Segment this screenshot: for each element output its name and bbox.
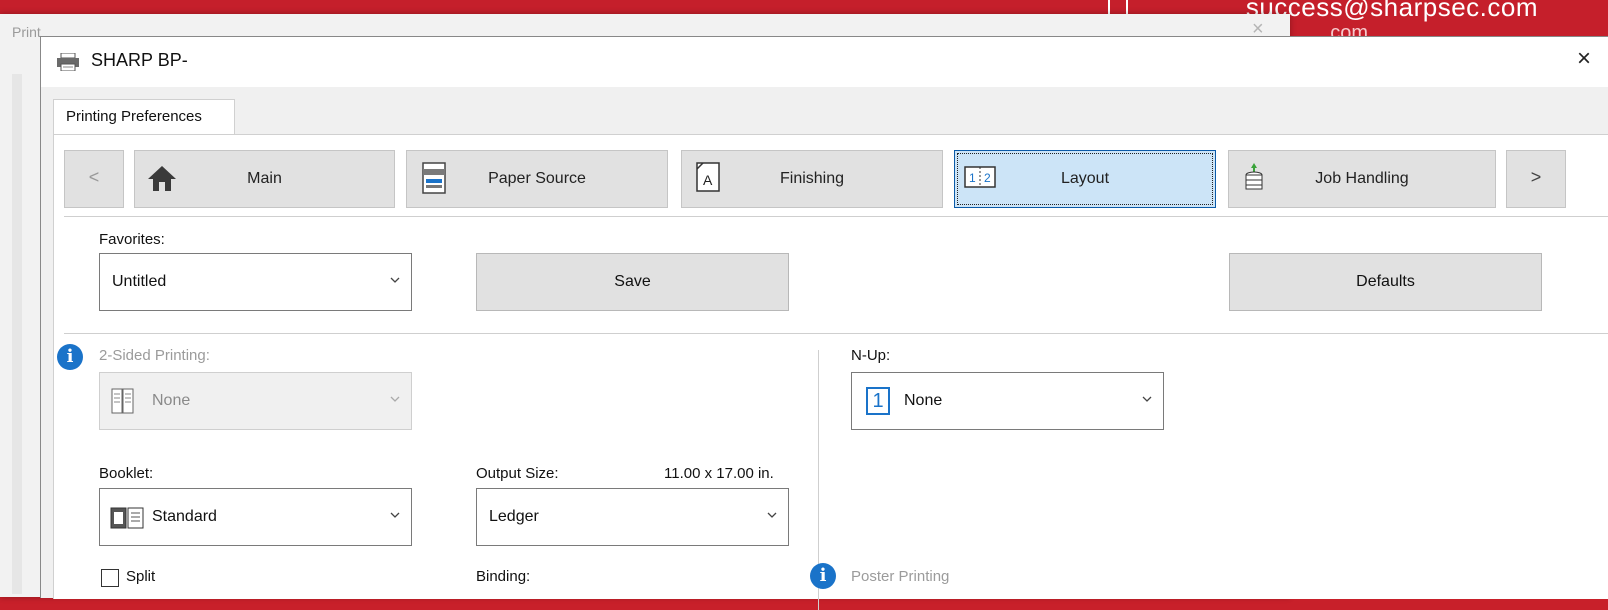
booklet-select[interactable]: Standard [99,488,412,546]
ribbon-tab-label: Finishing [779,170,845,187]
ribbon-tab-label: Job Handling [1315,170,1409,187]
two-sided-value: None [152,392,191,409]
print-window-sidebar [12,74,22,594]
chevron-down-icon [390,396,400,402]
chevron-left-icon: < [88,167,100,187]
booklet-icon [110,507,144,529]
output-size-dimensions: 11.00 x 17.00 in. [664,465,774,482]
output-size-label: Output Size: [476,465,559,482]
svg-text:1: 1 [969,171,976,185]
ribbon-tab-job-handling[interactable]: Job Handling [1228,150,1496,208]
print-window-title: Print [12,24,41,40]
ribbon-tab-label: Paper Source [488,170,586,187]
chevron-right-icon: > [1530,167,1542,187]
defaults-button[interactable]: Defaults [1229,253,1542,311]
favorites-value: Untitled [112,273,167,290]
nup-label: N-Up: [851,347,891,364]
booklet-label: Booklet: [99,465,154,482]
dialog-title: SHARP BP- [91,50,188,70]
ribbon-tab-label: Main [247,170,282,187]
info-icon[interactable]: i [57,344,83,370]
binding-label: Binding: [476,568,531,585]
divider [64,333,1608,334]
ribbon-next-button[interactable]: > [1506,150,1566,208]
chevron-down-icon [390,277,400,283]
printing-preferences-dialog: SHARP BP- × Printing Preferences < Main … [40,36,1608,610]
ribbon-tab-paper-source[interactable]: Paper Source [406,150,668,208]
ribbon-prev-button[interactable]: < [64,150,124,208]
nup-select[interactable]: 1 None [851,372,1164,430]
preferences-panel: < Main Paper Source A Finishing 1 2 Layo… [53,134,1608,610]
close-icon[interactable]: × [1569,45,1599,73]
split-label: Split [126,568,156,585]
chevron-down-icon [1142,396,1152,402]
divider [64,216,1608,217]
dialog-title-bar: SHARP BP- × [41,37,1608,87]
poster-printing-label: Poster Printing [851,568,950,585]
nup-value: None [904,392,943,409]
ribbon-tab-main[interactable]: Main [134,150,395,208]
layout-icon: 1 2 [964,166,996,188]
booklet-value: Standard [152,508,217,525]
favorites-label: Favorites: [99,231,165,248]
printer-icon [57,53,79,71]
info-icon[interactable]: i [810,563,836,589]
two-sided-select: None [99,372,412,430]
nup-1-icon: 1 [866,387,890,415]
output-size-value: Ledger [489,508,539,525]
tab-printing-preferences[interactable]: Printing Preferences [53,99,235,135]
save-button[interactable]: Save [476,253,789,311]
chevron-down-icon [767,512,777,518]
split-checkbox[interactable] [101,569,119,587]
two-sided-page-icon [111,388,134,414]
favorites-select[interactable]: Untitled [99,253,412,311]
svg-text:2: 2 [984,171,991,185]
ribbon-tab-label: Layout [1060,170,1110,187]
ribbon-tab-layout[interactable]: 1 2 Layout [954,150,1216,208]
output-size-select[interactable]: Ledger [476,488,789,546]
two-sided-label: 2-Sided Printing: [99,347,210,364]
chevron-down-icon [390,512,400,518]
ribbon-tab-finishing[interactable]: A Finishing [681,150,943,208]
